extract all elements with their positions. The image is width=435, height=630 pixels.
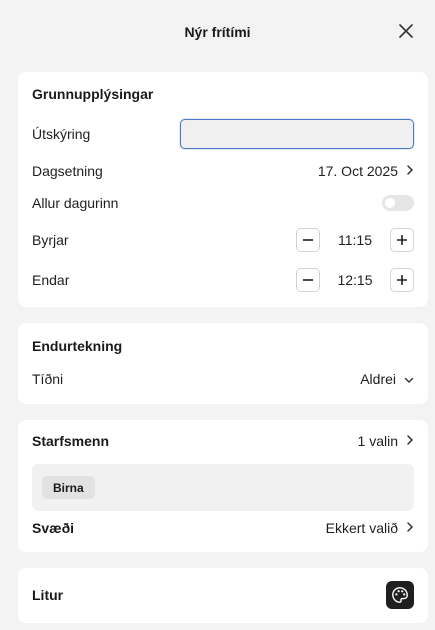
area-value: Ekkert valið: [325, 520, 398, 536]
recurrence-card: Endurtekning Tíðni Aldrei: [18, 323, 428, 404]
allday-label: Allur dagurinn: [32, 195, 119, 211]
date-label: Dagsetning: [32, 163, 103, 179]
color-card: Litur: [18, 568, 428, 623]
start-time-value: 11:15: [338, 232, 372, 248]
start-time-stepper: 11:15: [296, 228, 414, 252]
description-label: Útskýring: [32, 126, 91, 142]
staff-card: Starfsmenn 1 valin Birna Svæði Ekkert va…: [18, 420, 428, 552]
start-decrement-button[interactable]: [296, 228, 320, 252]
staff-title: Starfsmenn: [32, 433, 110, 449]
chevron-right-icon: [406, 164, 414, 179]
chevron-right-icon: [406, 521, 414, 536]
frequency-value: Aldrei: [360, 371, 396, 387]
palette-button[interactable]: [386, 581, 414, 609]
modal-title: Nýr frítími: [184, 24, 251, 40]
color-title: Litur: [32, 587, 64, 603]
close-icon[interactable]: [397, 22, 415, 40]
end-time-stepper: 12:15: [296, 268, 414, 292]
plus-icon: [397, 235, 407, 245]
date-value: 17. Oct 2025: [317, 163, 398, 179]
minus-icon: [303, 239, 313, 241]
end-label: Endar: [32, 272, 70, 288]
modal-header: Nýr frítími: [0, 0, 435, 64]
staff-selected-count: 1 valin: [357, 433, 398, 449]
area-label: Svæði: [32, 520, 75, 536]
frequency-select[interactable]: Aldrei: [360, 371, 414, 387]
chevron-right-icon: [406, 434, 414, 449]
palette-icon: [392, 587, 408, 603]
start-increment-button[interactable]: [390, 228, 414, 252]
date-picker[interactable]: 17. Oct 2025: [318, 163, 414, 179]
area-selector[interactable]: Ekkert valið: [326, 520, 414, 536]
frequency-label: Tíðni: [32, 371, 64, 387]
end-increment-button[interactable]: [390, 268, 414, 292]
plus-icon: [397, 275, 407, 285]
chevron-down-icon: [404, 372, 414, 387]
selected-staff-list: Birna: [32, 464, 414, 511]
staff-selector[interactable]: 1 valin: [358, 433, 414, 449]
description-input[interactable]: [180, 119, 414, 149]
allday-toggle[interactable]: [382, 195, 414, 211]
minus-icon: [303, 279, 313, 281]
staff-chip[interactable]: Birna: [42, 476, 95, 499]
start-label: Byrjar: [32, 232, 69, 248]
toggle-knob: [385, 198, 395, 208]
recurrence-title: Endurtekning: [32, 338, 123, 354]
basic-info-card: Grunnupplýsingar Útskýring Dagsetning 17…: [18, 72, 428, 307]
end-decrement-button[interactable]: [296, 268, 320, 292]
end-time-value: 12:15: [337, 272, 373, 288]
basic-info-title: Grunnupplýsingar: [32, 86, 154, 102]
